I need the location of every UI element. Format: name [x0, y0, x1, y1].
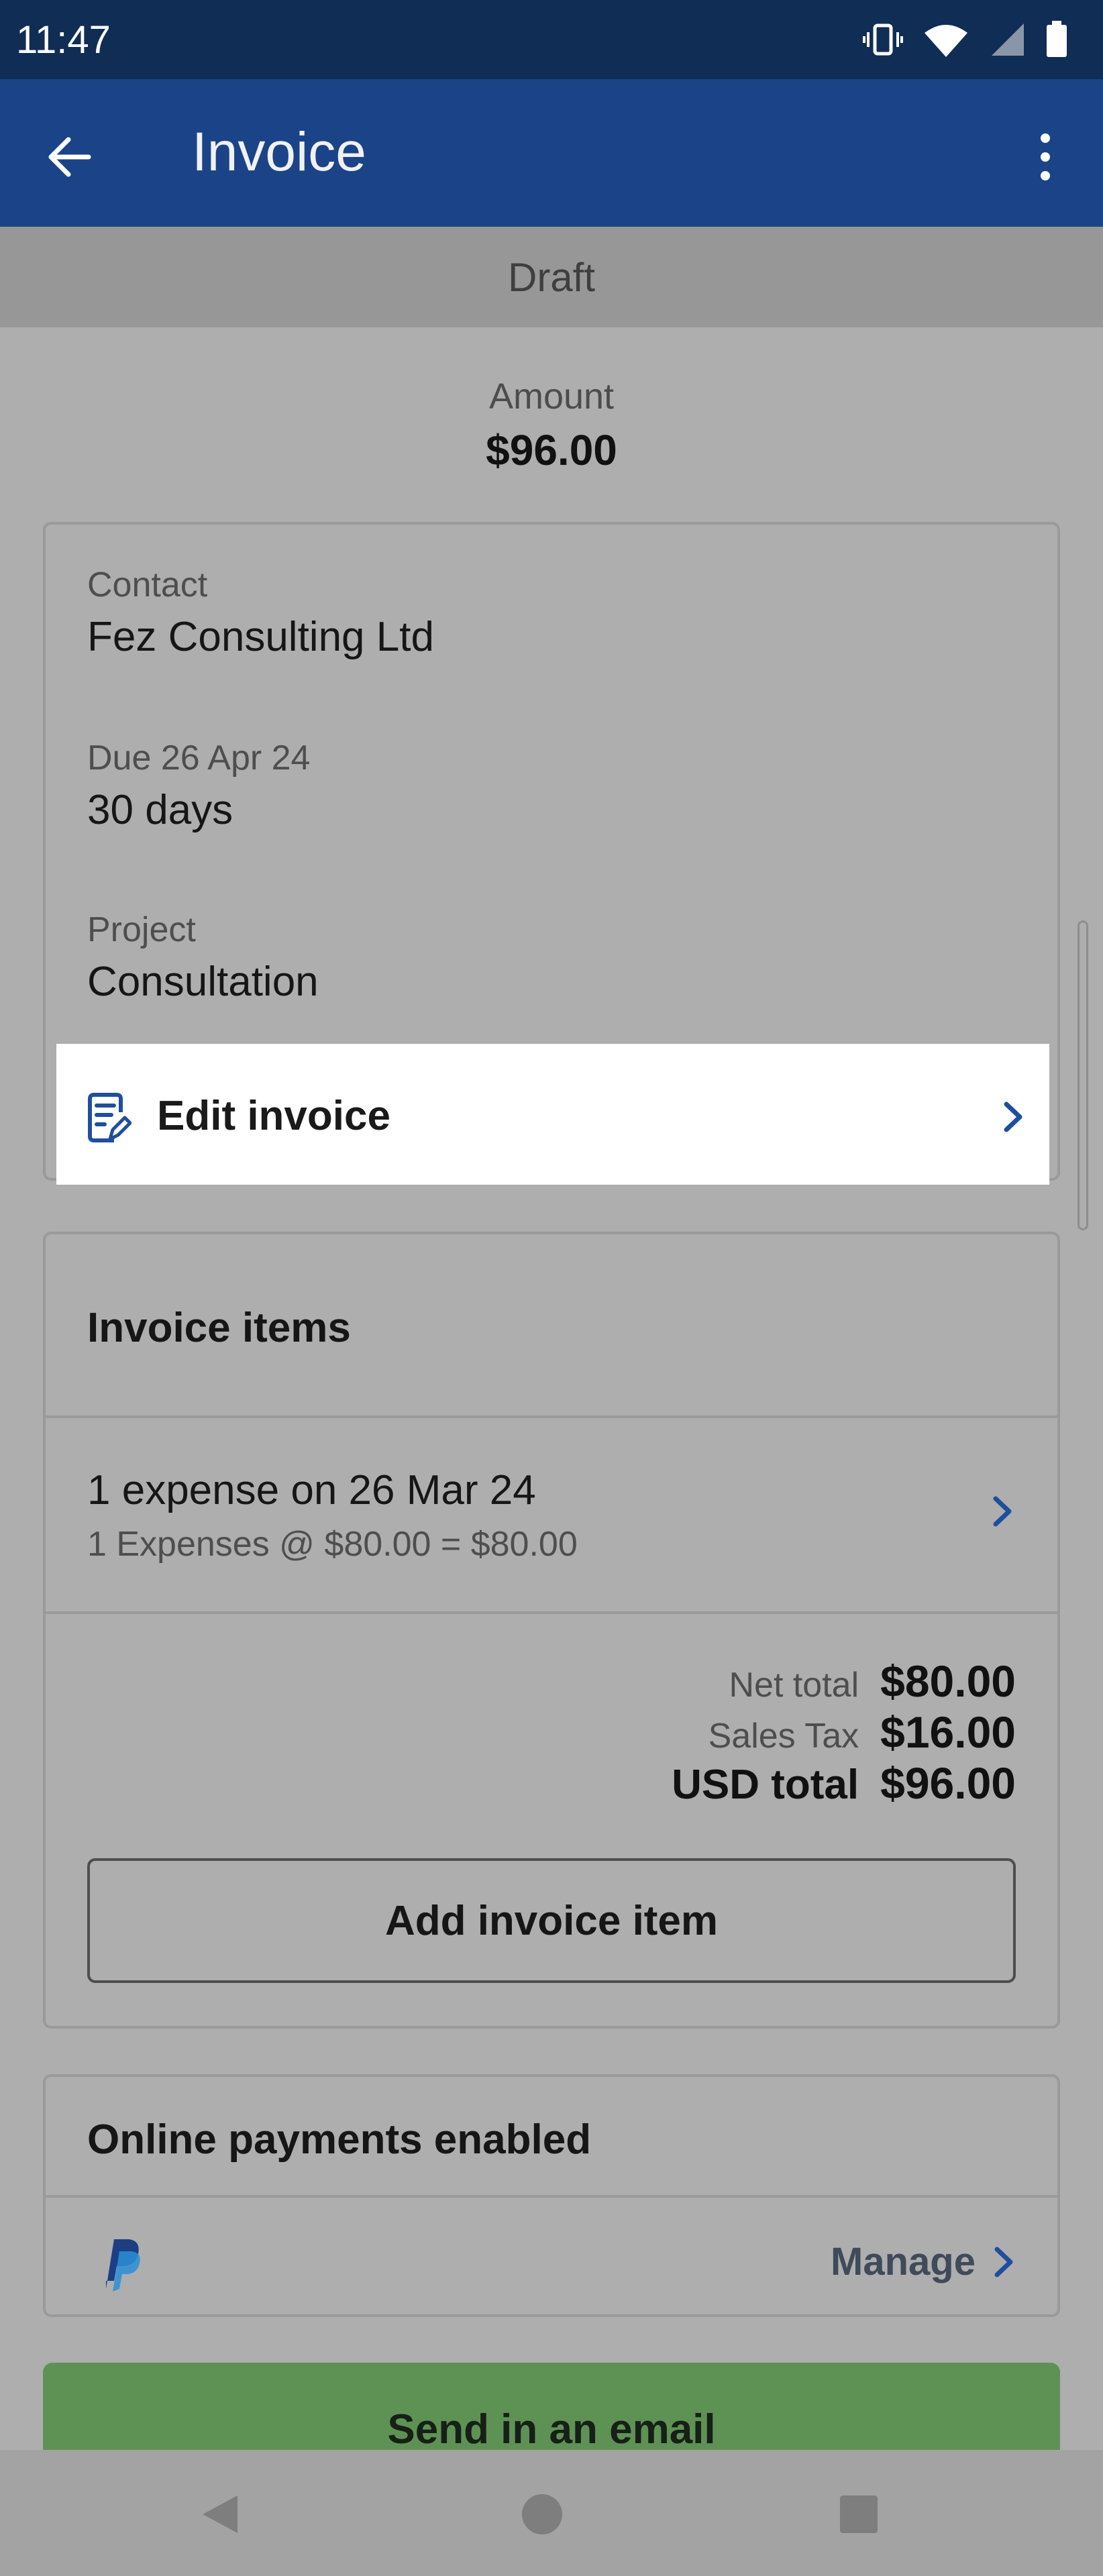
nav-back-icon[interactable]	[197, 2491, 243, 2537]
amount-summary: Amount $96.00	[0, 376, 1103, 475]
due-date-label: Due 26 Apr 24	[87, 739, 311, 777]
project-label: Project	[87, 910, 196, 949]
divider	[46, 1415, 1057, 1418]
invoice-totals: Net total $80.00 Sales Tax $16.00 USD to…	[672, 1656, 1016, 1809]
chevron-right-icon	[1004, 1102, 1022, 1132]
sales-tax-value: $16.00	[880, 1707, 1016, 1757]
usd-total-value: $96.00	[880, 1758, 1016, 1808]
edit-invoice-button[interactable]: Edit invoice	[56, 1044, 1049, 1185]
amount-label: Amount	[488, 376, 615, 417]
net-total-value: $80.00	[880, 1656, 1016, 1706]
system-nav-bar	[0, 2450, 1103, 2576]
manage-label: Manage	[831, 2240, 976, 2284]
battery-icon	[1047, 21, 1067, 57]
add-invoice-item-button[interactable]: Add invoice item	[87, 1858, 1016, 1983]
amount-value: $96.00	[486, 426, 617, 474]
edit-invoice-label: Edit invoice	[157, 1093, 390, 1139]
cell-signal-icon	[992, 23, 1024, 56]
page-title: Invoice	[192, 121, 366, 182]
send-email-label: Send in an email	[387, 2406, 716, 2453]
status-banner: Draft	[0, 227, 1103, 327]
invoice-item-title: 1 expense on 26 Mar 24	[87, 1467, 536, 1513]
invoice-item-subtitle: 1 Expenses @ $80.00 = $80.00	[87, 1525, 578, 1564]
contact-label: Contact	[87, 566, 208, 604]
status-icons	[863, 21, 1068, 58]
chevron-right-icon	[994, 2247, 1013, 2277]
edit-document-icon	[88, 1093, 132, 1142]
usd-total-row: USD total $96.00	[672, 1758, 1016, 1809]
sales-tax-row: Sales Tax $16.00	[672, 1707, 1016, 1758]
net-total-row: Net total $80.00	[672, 1656, 1016, 1707]
status-time: 11:47	[16, 17, 111, 62]
invoice-items-card: Invoice items 1 expense on 26 Mar 24 1 E…	[43, 1232, 1060, 2029]
divider	[46, 2195, 1057, 2198]
status-banner-label: Draft	[507, 254, 596, 300]
online-payments-card: Online payments enabled Manage	[43, 2074, 1060, 2317]
manage-payments-link[interactable]: Manage	[831, 2239, 1016, 2284]
back-arrow-icon[interactable]	[42, 129, 98, 185]
project-value: Consultation	[87, 959, 319, 1005]
more-options-icon[interactable]	[1027, 129, 1064, 185]
paypal-logo-icon	[106, 2239, 140, 2292]
net-total-label: Net total	[729, 1666, 859, 1705]
scrollbar[interactable]	[1078, 920, 1088, 1230]
vibrate-icon	[863, 23, 903, 56]
status-bar: 11:47	[0, 0, 1103, 79]
payment-terms-value: 30 days	[87, 787, 233, 833]
usd-total-label: USD total	[672, 1762, 859, 1808]
nav-home-icon[interactable]	[519, 2491, 565, 2537]
wifi-icon	[925, 25, 967, 57]
divider	[46, 1611, 1057, 1614]
contact-value: Fez Consulting Ltd	[87, 614, 434, 660]
app-bar: Invoice	[0, 79, 1103, 227]
invoice-details-card: Contact Fez Consulting Ltd Due 26 Apr 24…	[43, 522, 1060, 1185]
nav-recents-icon[interactable]	[836, 2491, 882, 2537]
online-payments-title: Online payments enabled	[87, 2116, 592, 2163]
invoice-items-title: Invoice items	[87, 1305, 351, 1351]
chevron-right-icon	[993, 1496, 1012, 1527]
sales-tax-label: Sales Tax	[708, 1717, 859, 1756]
